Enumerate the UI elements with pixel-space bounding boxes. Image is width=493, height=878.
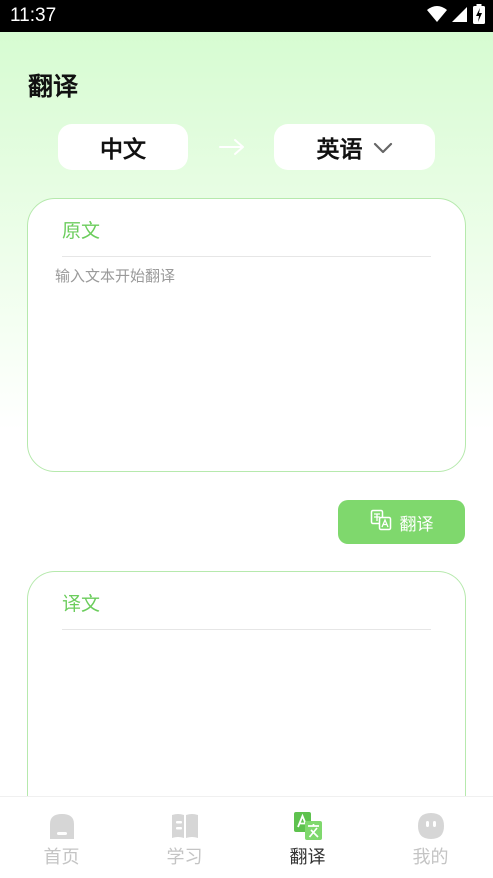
tab-study[interactable]: 学习 xyxy=(123,797,246,878)
chevron-down-icon xyxy=(373,134,393,160)
source-card-label: 原文 xyxy=(62,220,101,242)
status-icons xyxy=(427,4,485,28)
book-icon xyxy=(170,811,200,841)
result-card-label: 译文 xyxy=(62,593,101,615)
source-text-input[interactable] xyxy=(55,265,435,455)
target-language-selector[interactable]: 英语 xyxy=(274,124,435,170)
tab-profile[interactable]: 我的 xyxy=(369,797,492,878)
tab-label: 首页 xyxy=(43,847,80,868)
profile-icon xyxy=(416,811,446,841)
swap-arrow-icon[interactable] xyxy=(218,136,246,158)
wifi-icon xyxy=(427,5,447,27)
translate-button[interactable]: 翻译 xyxy=(338,500,465,544)
page-title: 翻译 xyxy=(28,72,79,101)
status-time: 11:37 xyxy=(10,5,57,26)
divider xyxy=(62,629,431,630)
source-language-selector[interactable]: 中文 xyxy=(58,124,188,170)
translate-icon xyxy=(293,811,323,841)
status-bar: 11:37 xyxy=(0,0,493,32)
battery-icon xyxy=(473,4,485,28)
source-text-card: 原文 xyxy=(27,198,466,472)
translate-doc-icon xyxy=(370,509,392,536)
translate-button-label: 翻译 xyxy=(399,514,434,535)
target-language-label: 英语 xyxy=(316,137,363,163)
divider xyxy=(62,256,431,257)
source-language-label: 中文 xyxy=(100,137,146,163)
signal-icon xyxy=(452,5,468,27)
tab-label: 学习 xyxy=(166,847,203,868)
tab-translate[interactable]: 翻译 xyxy=(246,797,369,878)
tab-home[interactable]: 首页 xyxy=(0,797,123,878)
result-text-card: 译文 xyxy=(27,571,466,831)
home-icon xyxy=(47,811,77,841)
tab-bar: 首页 学习 翻译 我的 xyxy=(0,796,493,878)
tab-label: 我的 xyxy=(412,847,449,868)
tab-label: 翻译 xyxy=(289,847,326,868)
